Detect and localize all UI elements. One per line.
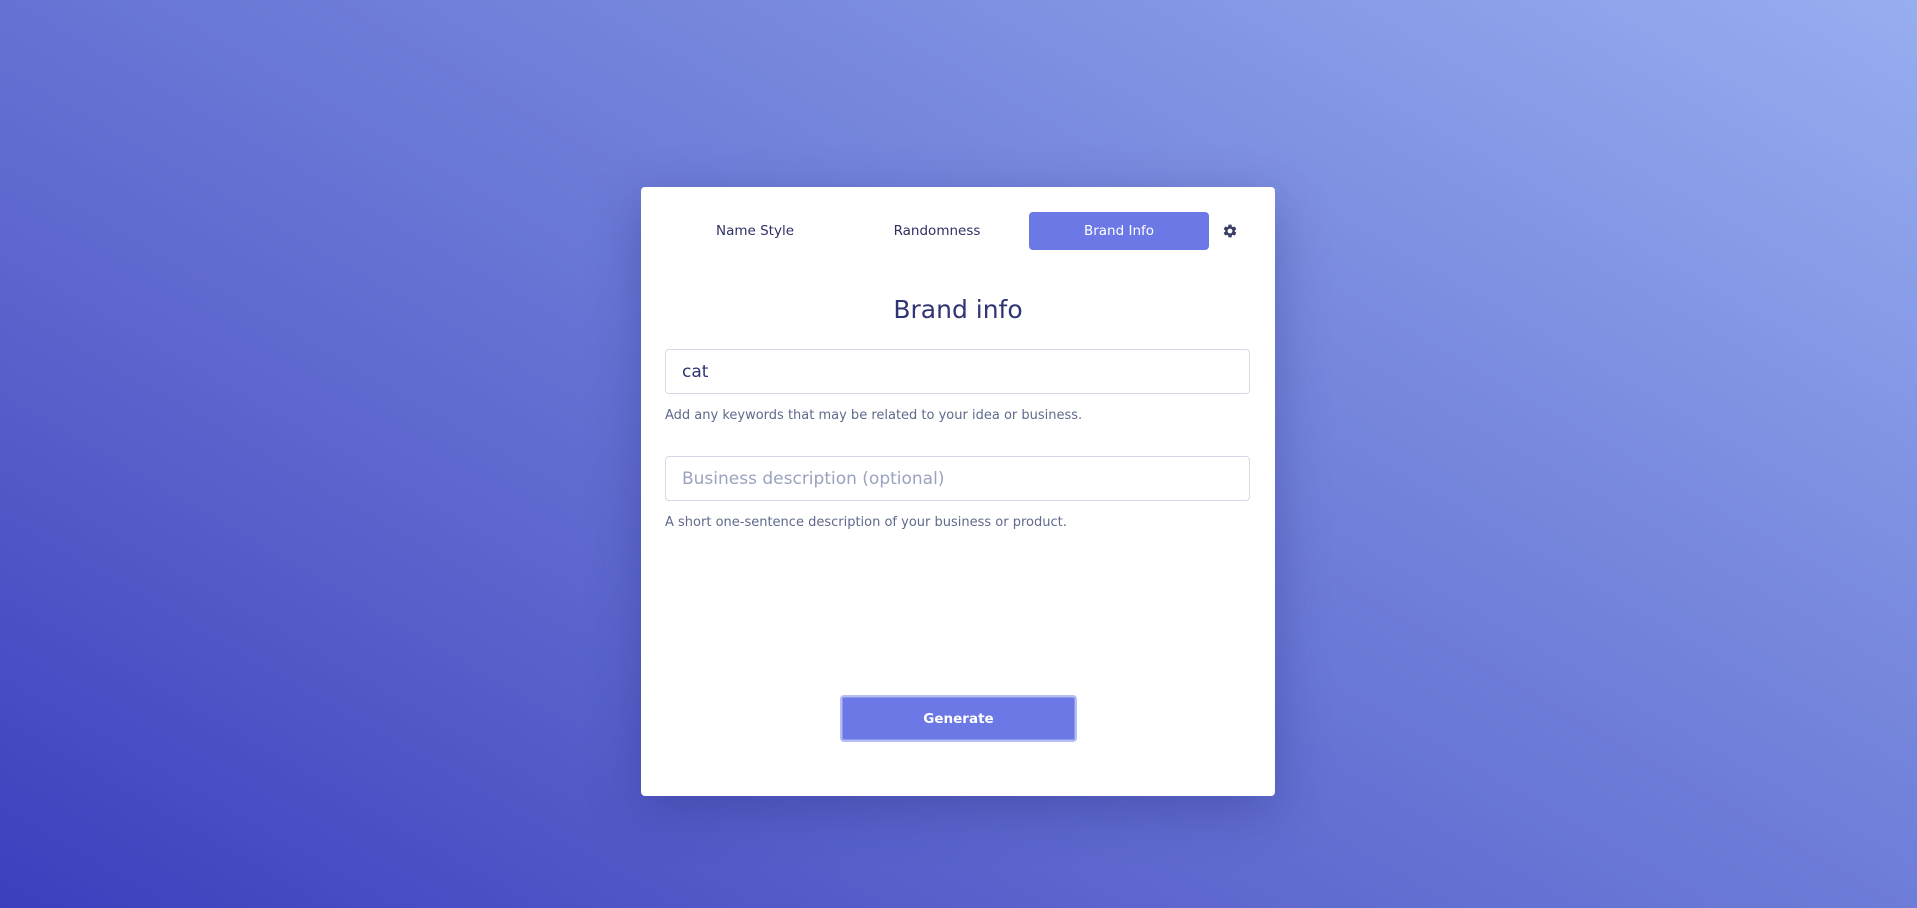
generator-card: Name Style Randomness Brand Info Brand i… [641,187,1275,796]
tab-bar: Name Style Randomness Brand Info [665,212,1249,250]
keywords-input[interactable] [665,349,1250,394]
generate-button[interactable]: Generate [840,695,1077,742]
keywords-hint: Add any keywords that may be related to … [665,408,1083,423]
settings-button[interactable] [1211,212,1249,250]
page-title: Brand info [893,295,1023,324]
business-description-input[interactable] [665,456,1250,501]
gear-icon [1223,224,1237,238]
description-hint: A short one-sentence description of your… [665,515,1067,530]
tab-randomness[interactable]: Randomness [847,212,1027,250]
tab-brand-info[interactable]: Brand Info [1029,212,1209,250]
tab-name-style[interactable]: Name Style [665,212,845,250]
